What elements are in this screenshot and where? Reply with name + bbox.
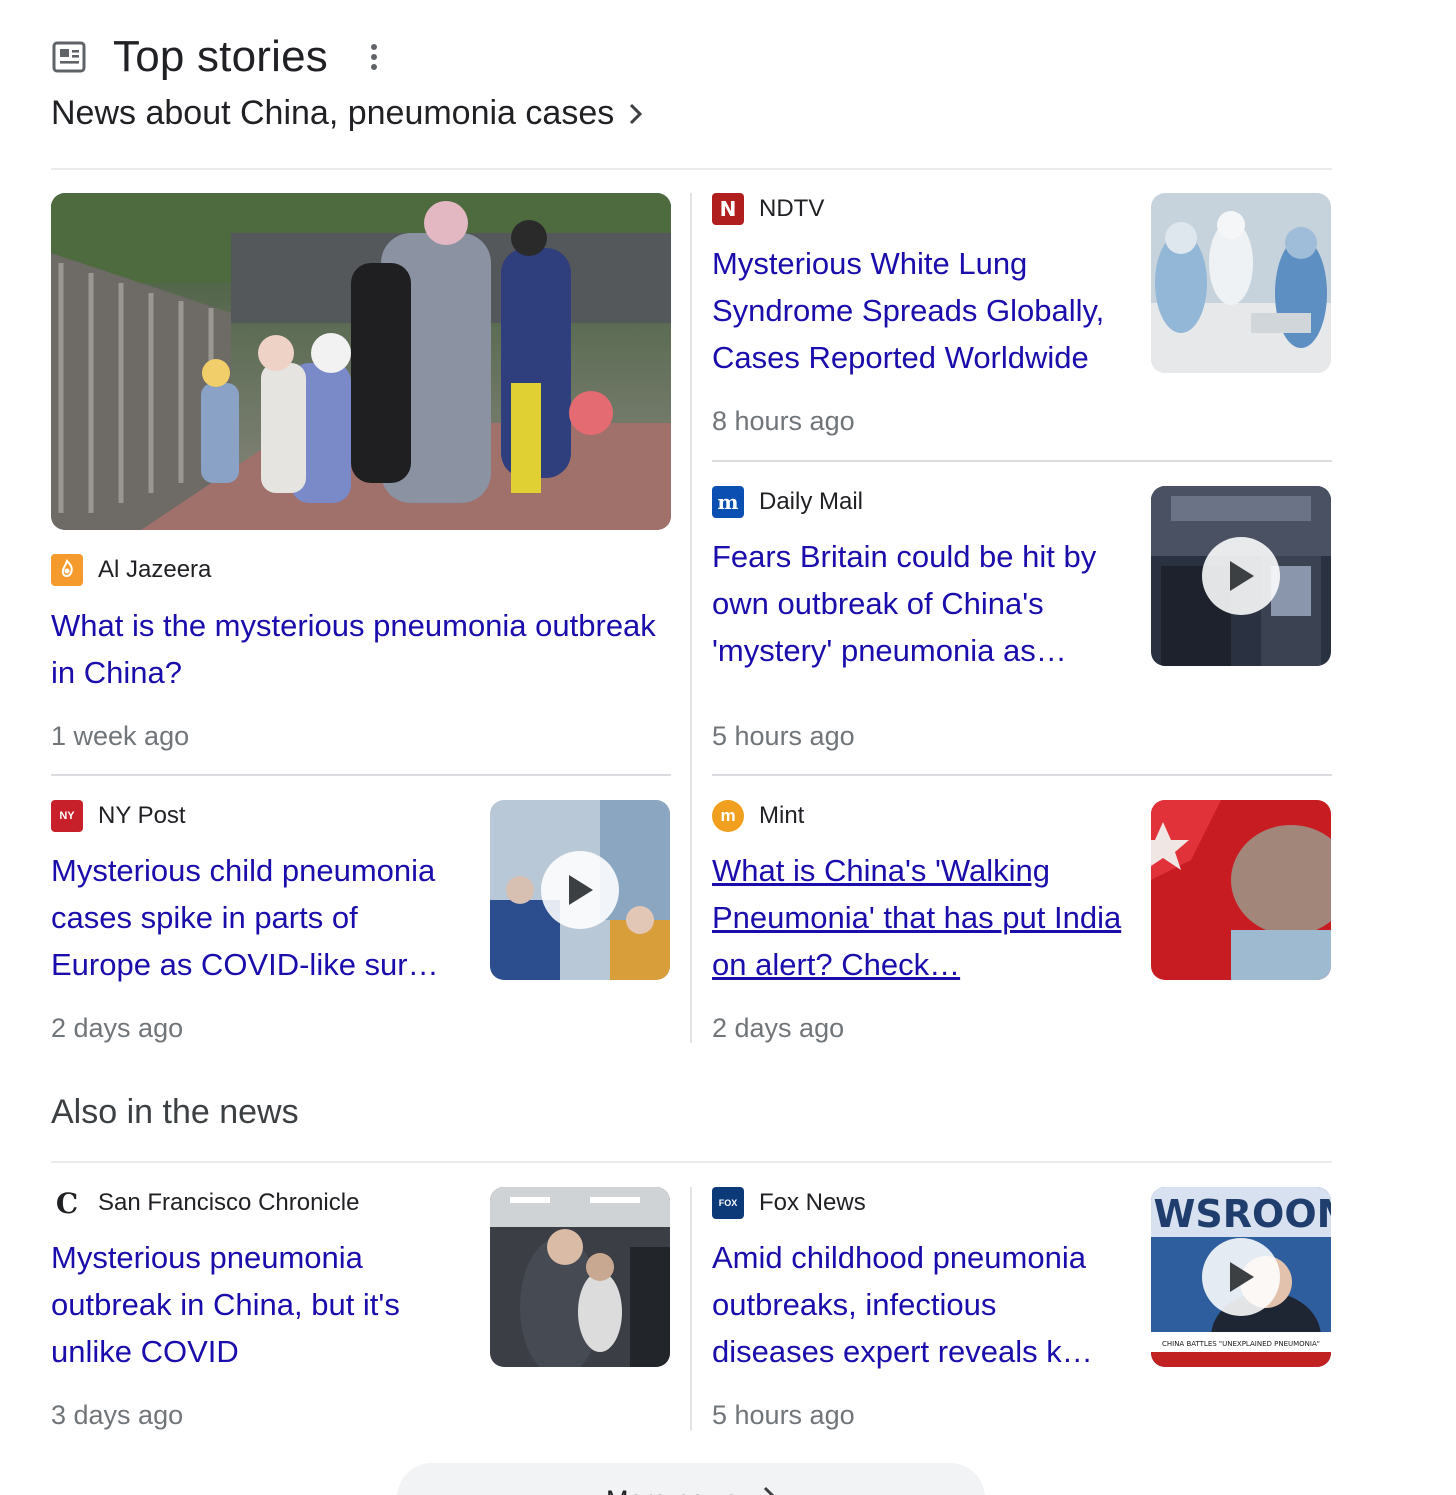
more-news-button[interactable]: More news	[397, 1463, 985, 1495]
source-name: Daily Mail	[759, 488, 864, 515]
divider	[712, 460, 1332, 462]
story-card-mint[interactable]: m Mint What is China's 'Walking Pneumoni…	[712, 800, 1332, 1050]
story-timestamp: 1 week ago	[51, 721, 190, 751]
column-divider	[690, 193, 692, 1043]
daily-mail-logo-icon: m	[712, 486, 744, 518]
story-headline[interactable]: Fears Britain could be hit by own outbre…	[712, 533, 1122, 674]
more-news-label: More news	[606, 1485, 738, 1495]
play-icon[interactable]	[1202, 537, 1280, 615]
story-thumbnail	[1151, 800, 1331, 980]
story-thumbnail: EWSROOM CHINA BATTLES "UNEXPLAINED PNEUM…	[1151, 1187, 1331, 1367]
play-icon[interactable]	[1202, 1238, 1280, 1316]
story-source: m Daily Mail	[712, 486, 863, 518]
story-image	[51, 193, 671, 530]
story-source: C San Francisco Chronicle	[51, 1187, 359, 1219]
source-name: Mint	[759, 802, 805, 829]
fox-thumb-caption: CHINA BATTLES "UNEXPLAINED PNEUMONIA"	[1162, 1340, 1320, 1348]
story-headline[interactable]: Amid childhood pneumonia outbreaks, infe…	[712, 1234, 1122, 1375]
story-headline[interactable]: Mysterious child pneumonia cases spike i…	[51, 847, 461, 988]
source-name: Al Jazeera	[98, 556, 212, 583]
story-timestamp: 3 days ago	[51, 1400, 184, 1430]
story-timestamp: 2 days ago	[51, 1013, 184, 1043]
source-name: NDTV	[759, 195, 825, 222]
story-thumbnail	[1151, 486, 1331, 666]
story-thumbnail	[490, 1187, 670, 1367]
story-timestamp: 8 hours ago	[712, 406, 855, 436]
story-source: m Mint	[712, 800, 804, 832]
ny-post-logo-icon: NY	[51, 800, 83, 832]
svg-text:EWSROOM: EWSROOM	[1151, 1192, 1331, 1236]
story-card-daily-mail[interactable]: m Daily Mail Fears Britain could be hit …	[712, 486, 1332, 756]
story-source: FOX Fox News	[712, 1187, 866, 1219]
story-source: NY NY Post	[51, 800, 186, 832]
story-card-al-jazeera[interactable]: Al Jazeera What is the mysterious pneumo…	[51, 193, 671, 753]
chevron-right-icon	[762, 1485, 776, 1495]
divider	[51, 774, 671, 776]
top-stories-header: Top stories	[51, 32, 386, 82]
story-timestamp: 5 hours ago	[712, 721, 855, 751]
play-icon[interactable]	[541, 851, 619, 929]
story-headline[interactable]: Mysterious White Lung Syndrome Spreads G…	[712, 240, 1122, 381]
divider	[51, 168, 1332, 170]
newspaper-icon	[51, 39, 87, 75]
news-topic-link[interactable]: News about China, pneumonia cases	[51, 94, 648, 133]
mint-logo-icon: m	[712, 800, 744, 832]
story-headline[interactable]: What is China's 'Walking Pneumonia' that…	[712, 847, 1122, 988]
section-title-also-in-news: Also in the news	[51, 1093, 299, 1131]
more-vert-icon[interactable]	[362, 37, 386, 77]
story-card-ndtv[interactable]: N NDTV Mysterious White Lung Syndrome Sp…	[712, 193, 1332, 443]
section-title-top-stories: Top stories	[113, 32, 328, 81]
al-jazeera-logo-icon	[51, 554, 83, 586]
story-timestamp: 2 days ago	[712, 1013, 845, 1043]
source-name: NY Post	[98, 802, 186, 829]
story-thumbnail	[490, 800, 670, 980]
story-card-sf-chronicle[interactable]: C San Francisco Chronicle Mysterious pne…	[51, 1187, 671, 1437]
divider	[712, 774, 1332, 776]
story-headline[interactable]: Mysterious pneumonia outbreak in China, …	[51, 1234, 461, 1375]
story-source: Al Jazeera	[51, 554, 211, 586]
story-source: N NDTV	[712, 193, 824, 225]
ndtv-logo-icon: N	[712, 193, 744, 225]
story-headline[interactable]: What is the mysterious pneumonia outbrea…	[51, 602, 671, 696]
chevron-right-icon	[628, 99, 648, 129]
news-topic-label: News about China, pneumonia cases	[51, 94, 615, 132]
source-name: Fox News	[759, 1189, 866, 1216]
story-card-fox-news[interactable]: FOX Fox News Amid childhood pneumonia ou…	[712, 1187, 1332, 1437]
column-divider	[690, 1187, 692, 1430]
top-stories-page: Top stories News about China, pneumonia …	[0, 0, 1456, 1495]
divider	[51, 1161, 1332, 1163]
source-name: San Francisco Chronicle	[98, 1189, 360, 1216]
story-card-ny-post[interactable]: NY NY Post Mysterious child pneumonia ca…	[51, 800, 671, 1050]
sf-chronicle-logo-icon: C	[51, 1187, 83, 1219]
story-timestamp: 5 hours ago	[712, 1400, 855, 1430]
story-thumbnail	[1151, 193, 1331, 373]
fox-news-logo-icon: FOX	[712, 1187, 744, 1219]
